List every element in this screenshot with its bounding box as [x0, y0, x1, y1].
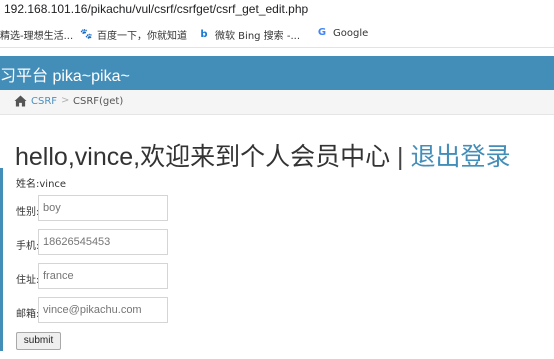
page-title: hello,vince,欢迎来到个人会员中心 | 退出登录: [15, 137, 511, 173]
email-label: 邮箱:: [16, 309, 40, 320]
address-input[interactable]: [38, 263, 168, 289]
email-input[interactable]: [38, 297, 168, 323]
bookmarks-bar: 精选-理想生活... 🐾 百度一下，你就知道 b 微软 Bing 搜索 -...…: [0, 22, 554, 48]
bookmark-label: 微软 Bing 搜索 -...: [215, 31, 301, 42]
bookmark-item-google[interactable]: G Google: [316, 27, 368, 39]
breadcrumb-current: CSRF(get): [73, 96, 124, 107]
bookmark-label: Google: [333, 27, 369, 39]
site-header: 习平台 pika~pika~: [0, 56, 554, 90]
site-title[interactable]: 习平台 pika~pika~: [0, 62, 130, 86]
address-label: 住址:: [16, 275, 40, 286]
google-icon: G: [317, 27, 327, 38]
bookmark-item-baidu[interactable]: 🐾 百度一下，你就知道: [80, 27, 187, 43]
breadcrumb-separator: >: [61, 95, 70, 106]
bookmark-item-bing[interactable]: b 微软 Bing 搜索 -...: [198, 27, 301, 43]
greeting-text: hello,vince,欢迎来到个人会员中心: [15, 143, 391, 171]
gender-label: 性别:: [16, 207, 40, 218]
bookmark-label: 百度一下，你就知道: [97, 31, 187, 42]
gender-input[interactable]: [38, 195, 168, 221]
name-label: 姓名:vince: [16, 179, 67, 190]
logout-link[interactable]: 退出登录: [410, 143, 510, 171]
url-text[interactable]: 192.168.101.16/pikachu/vul/csrf/csrfget/…: [4, 2, 308, 16]
bookmark-item[interactable]: 精选-理想生活...: [0, 27, 73, 42]
breadcrumb-link-csrf[interactable]: CSRF: [31, 96, 57, 107]
content-left-border: [0, 168, 3, 351]
breadcrumb: CSRF > CSRF(get): [0, 90, 554, 115]
bing-icon: b: [200, 28, 208, 40]
submit-button[interactable]: submit: [16, 332, 61, 350]
title-separator: |: [397, 143, 404, 171]
baidu-paw-icon: 🐾: [80, 28, 93, 40]
phone-input[interactable]: [38, 229, 168, 255]
bookmark-label: 精选-理想生活...: [0, 31, 74, 42]
address-bar[interactable]: 192.168.101.16/pikachu/vul/csrf/csrfget/…: [0, 0, 554, 21]
home-icon: [14, 95, 27, 107]
phone-label: 手机:: [16, 241, 40, 252]
